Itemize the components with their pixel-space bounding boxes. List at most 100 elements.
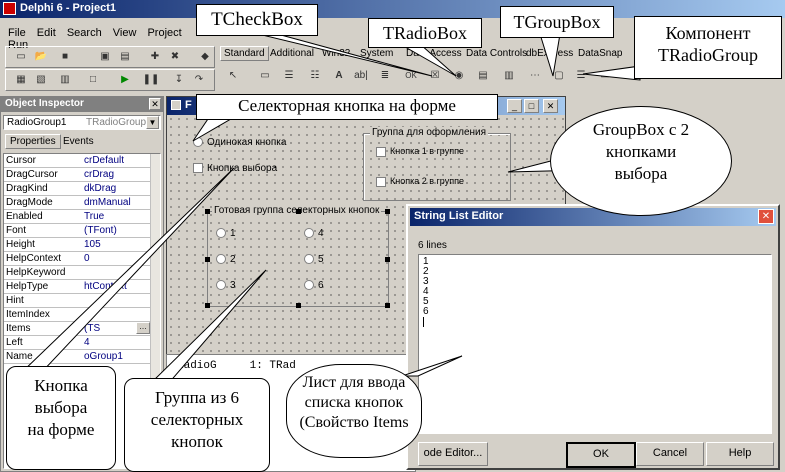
new-icon[interactable]: ▭ <box>12 49 30 65</box>
memo-icon[interactable]: ≣ <box>376 68 394 84</box>
main-toolbar: ▭ 📂 ■ ▣ ▤ ✚ ✖ ◆ <box>5 46 215 68</box>
oi-row[interactable]: Left 4 <box>4 336 160 350</box>
oi-row[interactable]: Items (TS… <box>4 322 160 336</box>
selection-handle[interactable] <box>385 257 390 262</box>
tab-events[interactable]: Events <box>63 136 94 147</box>
oi-row[interactable]: Font (TFont) <box>4 224 160 238</box>
remove-file-icon[interactable]: ✖ <box>166 49 184 65</box>
radiobutton-icon[interactable]: ◉ <box>450 68 468 84</box>
radiogroup-icon[interactable]: ☰ <box>572 68 590 84</box>
run-icon[interactable]: ▶ <box>116 72 134 88</box>
save-icon[interactable]: ■ <box>56 49 74 65</box>
pointer-icon[interactable]: ↖ <box>224 68 242 84</box>
close-icon[interactable]: ✕ <box>543 99 558 113</box>
groupbox-check-2[interactable]: Кнопка 2 в группе <box>376 176 464 187</box>
maximize-icon[interactable]: □ <box>524 99 539 113</box>
frame-icon[interactable]: ▭ <box>256 68 274 84</box>
checkbox-control[interactable]: Кнопка выбора <box>193 163 277 174</box>
radiogroup-item[interactable]: 3 <box>216 280 236 291</box>
ellipsis-button[interactable]: … <box>136 322 150 334</box>
sle-text-area[interactable]: 1 2 3 4 5 6 <box>418 254 772 434</box>
groupbox[interactable]: Группа для оформления Кнопка 1 в группе … <box>363 127 511 201</box>
listbox-icon[interactable]: ▤ <box>474 68 492 84</box>
oi-row[interactable]: HelpContext 0 <box>4 252 160 266</box>
selection-handle[interactable] <box>205 257 210 262</box>
single-radio[interactable]: Одинокая кнопка <box>193 137 286 148</box>
minimize-icon[interactable]: _ <box>507 99 522 113</box>
close-icon[interactable]: ✕ <box>758 209 774 224</box>
help-book-icon[interactable]: ◆ <box>196 49 214 65</box>
groupbox-check-label: Кнопка 2 в группе <box>390 176 464 186</box>
step-over-icon[interactable]: ↷ <box>190 72 208 88</box>
tab-properties[interactable]: Properties <box>5 134 61 149</box>
selection-handle[interactable] <box>296 209 301 214</box>
tab-data-access[interactable]: Data Access <box>406 48 462 59</box>
combobox-icon[interactable]: ▥ <box>500 68 518 84</box>
save-all-icon[interactable]: ▣ <box>96 49 114 65</box>
radiogroup-item[interactable]: 1 <box>216 228 236 239</box>
add-file-icon[interactable]: ✚ <box>146 49 164 65</box>
checkbox-icon[interactable]: ☒ <box>426 68 444 84</box>
selection-handle[interactable] <box>205 209 210 214</box>
tab-data-controls[interactable]: Data Controls <box>466 48 527 59</box>
radiogroup-item[interactable]: 6 <box>304 280 324 291</box>
pause-icon[interactable]: ❚❚ <box>142 72 160 88</box>
open-icon[interactable]: 📂 <box>32 49 50 65</box>
scrollbar-icon[interactable]: ⋯ <box>526 68 544 84</box>
tab-win32[interactable]: Win32 <box>322 48 350 59</box>
radiogroup-item[interactable]: 5 <box>304 254 324 265</box>
open-project-icon[interactable]: ▤ <box>116 49 134 65</box>
chevron-down-icon[interactable]: ▼ <box>146 116 159 129</box>
radiogroup-item[interactable]: 2 <box>216 254 236 265</box>
radiogroup-item[interactable]: 4 <box>304 228 324 239</box>
tab-standard[interactable]: Standard <box>220 46 269 61</box>
oi-row[interactable]: HelpType htContext <box>4 280 160 294</box>
selection-handle[interactable] <box>385 209 390 214</box>
trace-into-icon[interactable]: ↧ <box>170 72 188 88</box>
groupbox-icon[interactable]: ▢ <box>550 68 568 84</box>
oi-row[interactable]: ItemIndex -1 <box>4 308 160 322</box>
selection-handle[interactable] <box>296 303 301 308</box>
popupmenu-icon[interactable]: ☷ <box>306 68 324 84</box>
oi-row[interactable]: Cursor crDefault <box>4 154 160 168</box>
oi-object-selector[interactable]: RadioGroup1 TRadioGroup ▼ <box>3 115 161 130</box>
tab-additional[interactable]: Additional <box>270 48 314 59</box>
panel-icon[interactable]: ▭ <box>596 68 614 84</box>
code-line: RadioG 1: TRad <box>177 360 296 372</box>
menu-edit[interactable]: Edit <box>37 27 56 39</box>
view-unit-icon[interactable]: ▦ <box>12 72 30 88</box>
cancel-button[interactable]: Cancel <box>636 442 704 466</box>
oi-row[interactable]: DragMode dmManual <box>4 196 160 210</box>
oi-row[interactable]: Hint <box>4 294 160 308</box>
groupbox-check-label: Кнопка 1 в группе <box>390 146 464 156</box>
button-icon[interactable]: OK <box>402 68 420 84</box>
tab-system[interactable]: System <box>360 48 393 59</box>
menu-search[interactable]: Search <box>67 27 102 39</box>
oi-row[interactable]: DragKind dkDrag <box>4 182 160 196</box>
groupbox-check-1[interactable]: Кнопка 1 в группе <box>376 146 464 157</box>
label-icon[interactable]: A <box>330 68 348 84</box>
mainmenu-icon[interactable]: ☰ <box>280 68 298 84</box>
menu-view[interactable]: View <box>113 27 137 39</box>
help-button[interactable]: Help <box>706 442 774 466</box>
radiogroup-item-label: 5 <box>318 254 324 265</box>
ok-button[interactable]: OK <box>566 442 636 468</box>
oi-row[interactable]: Name oGroup1 <box>4 350 160 364</box>
oi-row[interactable]: HelpKeyword <box>4 266 160 280</box>
tab-datasnap[interactable]: DataSnap <box>578 48 622 59</box>
tab-dbexpress[interactable]: dbExpress <box>526 48 573 59</box>
selection-handle[interactable] <box>385 303 390 308</box>
selection-handle[interactable] <box>205 303 210 308</box>
radiogroup[interactable]: Готовая группа селекторных кнопок 1 2 3 … <box>205 205 390 308</box>
new-form-icon[interactable]: □ <box>84 72 102 88</box>
edit-icon[interactable]: ab| <box>352 68 370 84</box>
view-form-icon[interactable]: ▧ <box>32 72 50 88</box>
oi-row[interactable]: Enabled True <box>4 210 160 224</box>
menu-file[interactable]: File <box>8 27 26 39</box>
code-editor-button[interactable]: ode Editor... <box>418 442 488 466</box>
oi-row[interactable]: Height 105 <box>4 238 160 252</box>
oi-row[interactable]: DragCursor crDrag <box>4 168 160 182</box>
menu-project[interactable]: Project <box>147 27 181 39</box>
close-icon[interactable]: ✕ <box>149 98 161 110</box>
toggle-form-unit-icon[interactable]: ▥ <box>56 72 74 88</box>
